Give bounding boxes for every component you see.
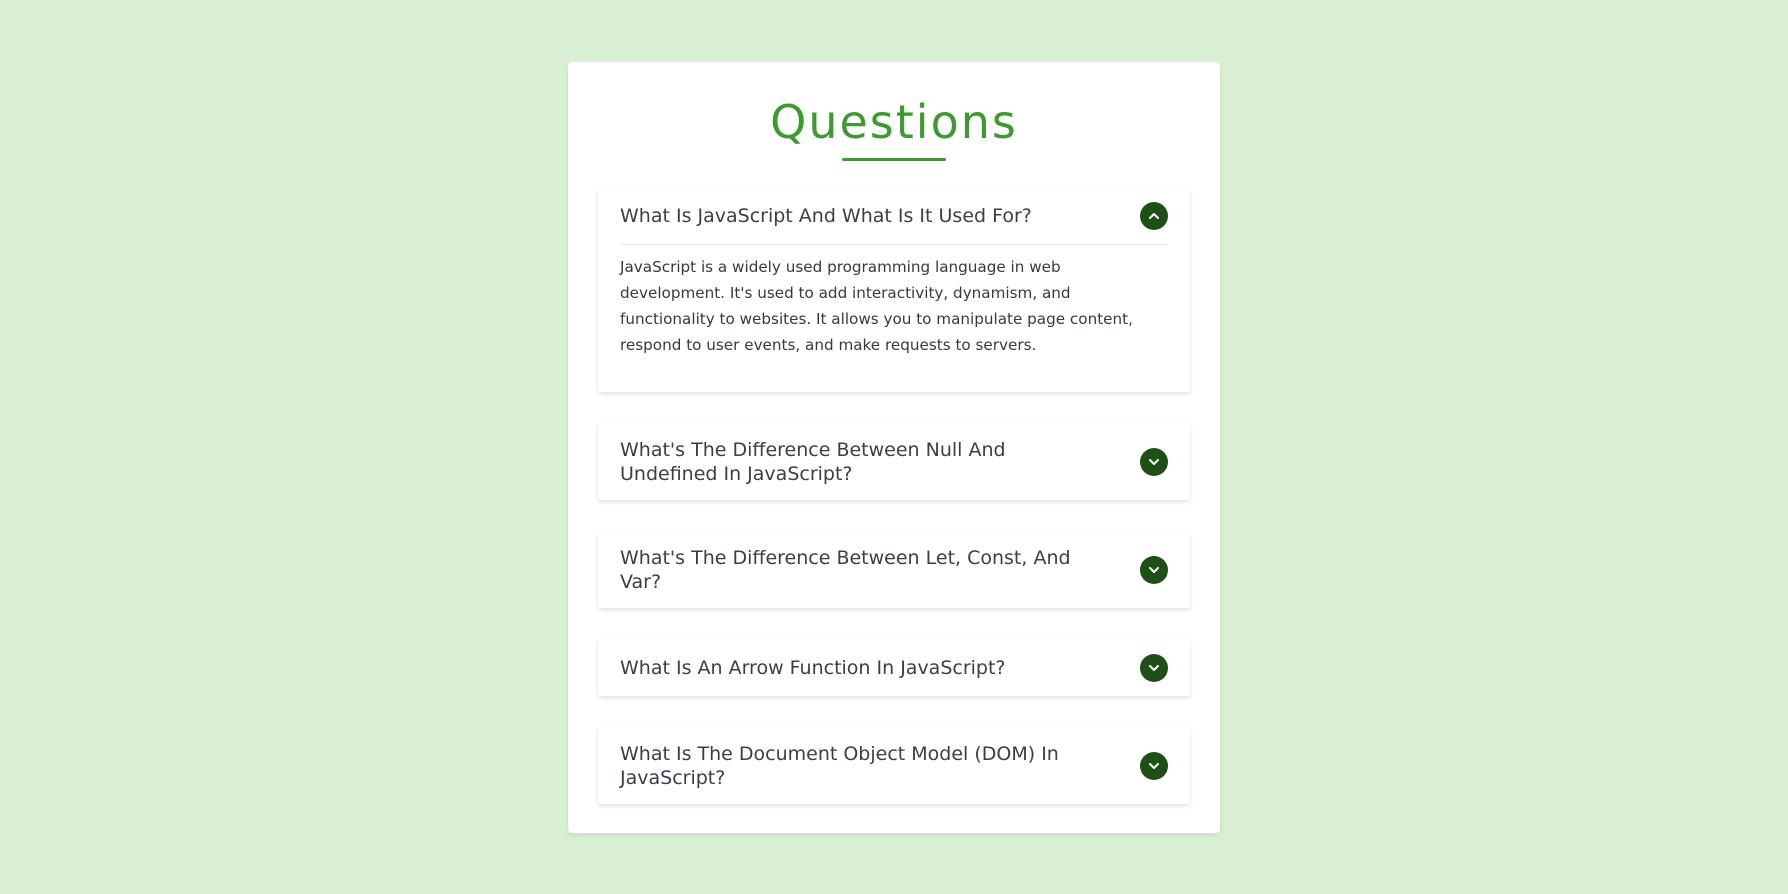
faq-header[interactable]: What's The Difference Between Null And U… [620,424,1168,500]
faq-item[interactable]: What Is An Arrow Function In JavaScript? [598,640,1190,696]
title-underline [842,158,946,161]
faq-answer: JavaScript is a widely used programming … [620,258,1133,354]
faq-item[interactable]: What Is JavaScript And What Is It Used F… [598,188,1190,392]
faq-item[interactable]: What's The Difference Between Null And U… [598,424,1190,500]
chevron-down-icon[interactable] [1140,448,1168,476]
faq-header[interactable]: What Is JavaScript And What Is It Used F… [620,188,1168,244]
faq-item[interactable]: What Is The Document Object Model (DOM) … [598,728,1190,804]
faq-question[interactable]: What Is JavaScript And What Is It Used F… [620,204,1075,228]
faq-header[interactable]: What's The Difference Between Let, Const… [620,532,1168,608]
chevron-down-icon[interactable] [1140,556,1168,584]
faq-card: Questions What Is JavaScript And What Is… [568,62,1220,833]
chevron-down-icon[interactable] [1140,654,1168,682]
faq-item[interactable]: What's The Difference Between Let, Const… [598,532,1190,608]
chevron-down-icon[interactable] [1140,752,1168,780]
faq-question[interactable]: What's The Difference Between Let, Const… [620,546,1075,594]
chevron-up-icon[interactable] [1140,202,1168,230]
faq-header[interactable]: What Is The Document Object Model (DOM) … [620,728,1168,804]
faq-question[interactable]: What Is An Arrow Function In JavaScript? [620,656,1075,680]
page-title: Questions [770,95,1018,149]
faq-question[interactable]: What Is The Document Object Model (DOM) … [620,742,1075,790]
faq-header[interactable]: What Is An Arrow Function In JavaScript? [620,640,1168,696]
divider [620,244,1168,245]
faq-question[interactable]: What's The Difference Between Null And U… [620,438,1075,486]
